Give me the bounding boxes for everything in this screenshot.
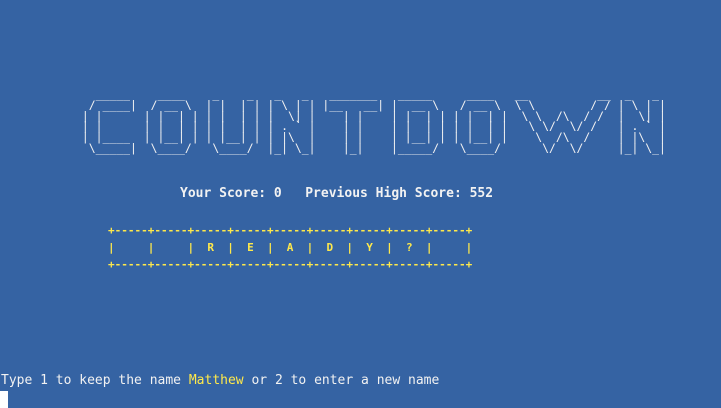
prompt-text-before: Type 1 to keep the name [1,373,189,388]
high-score-value: 552 [469,186,494,201]
board-bottom-border: +-----+-----+-----+-----+-----+-----+---… [108,258,473,271]
your-score-label: Your Score: [180,186,267,201]
score-line: Your Score: 0 Previous High Score: 552 [180,186,493,201]
your-score-value: 0 [273,186,282,201]
player-name: Matthew [188,373,244,388]
input-cursor[interactable] [0,391,8,408]
board-letter-row: | | | R | E | A | D | Y | ? | | [108,241,473,254]
terminal-window[interactable]: _____ ____ _ _ _ _ _______ _____ ____ __… [0,0,721,408]
board-top-border: +-----+-----+-----+-----+-----+-----+---… [108,224,473,237]
letter-board: +-----+-----+-----+-----+-----+-----+---… [108,222,472,273]
countdown-ascii-title: _____ ____ _ _ _ _ _______ _____ ____ __… [75,89,666,155]
title-art-line: \_____| \____/ \____/ |_| \_| |_| |_____… [75,141,666,155]
prompt-text-after: or 2 to enter a new name [243,373,440,388]
high-score-label: Previous High Score: [305,186,462,201]
name-prompt: Type 1 to keep the name Matthew or 2 to … [1,373,439,388]
